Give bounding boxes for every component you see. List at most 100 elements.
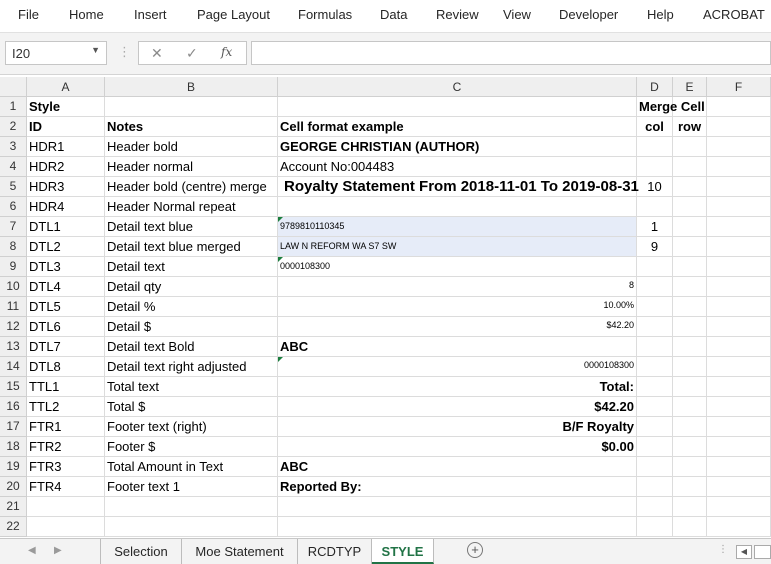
row-header[interactable]: 5	[0, 177, 27, 197]
cell-e-4[interactable]	[673, 157, 707, 177]
row-header[interactable]: 15	[0, 377, 27, 397]
column-header-b[interactable]: B	[105, 77, 278, 97]
cell-f-3[interactable]	[707, 137, 771, 157]
name-box[interactable]: I20 ▼	[5, 41, 107, 65]
cell-a-21[interactable]	[27, 497, 105, 517]
cell-a-22[interactable]	[27, 517, 105, 537]
cell-f-22[interactable]	[707, 517, 771, 537]
cell-b-10[interactable]: Detail qty	[105, 277, 278, 297]
tab-review[interactable]: Review	[436, 7, 479, 22]
cell-c-3[interactable]: GEORGE CHRISTIAN (AUTHOR)	[278, 137, 637, 157]
cell-b-14[interactable]: Detail text right adjusted	[105, 357, 278, 377]
cell-b-16[interactable]: Total $	[105, 397, 278, 417]
add-sheet-icon[interactable]: +	[467, 542, 483, 558]
cell-c-15[interactable]: Total:	[278, 377, 637, 397]
scroll-left-icon[interactable]: ◀	[28, 545, 36, 556]
cell-b-8[interactable]: Detail text blue merged	[105, 237, 278, 257]
column-header-f[interactable]: F	[707, 77, 771, 97]
cell-b-7[interactable]: Detail text blue	[105, 217, 278, 237]
cell-e-20[interactable]	[673, 477, 707, 497]
row-header[interactable]: 6	[0, 197, 27, 217]
cell-c-11[interactable]: 10.00%	[278, 297, 637, 317]
cell-e-2[interactable]: row	[673, 117, 707, 137]
cell-e-8[interactable]	[673, 237, 707, 257]
row-header[interactable]: 18	[0, 437, 27, 457]
cell-d-6[interactable]	[637, 197, 673, 217]
cell-b-21[interactable]	[105, 497, 278, 517]
cell-e-7[interactable]	[673, 217, 707, 237]
cell-d-3[interactable]	[637, 137, 673, 157]
cell-f-2[interactable]	[707, 117, 771, 137]
cell-d-5[interactable]: 10	[637, 177, 673, 197]
cell-c-1[interactable]	[278, 97, 637, 117]
row-header[interactable]: 14	[0, 357, 27, 377]
sheet-tab-moe-statement[interactable]: Moe Statement	[182, 539, 298, 564]
tab-page-layout[interactable]: Page Layout	[197, 7, 270, 22]
cell-f-6[interactable]	[707, 197, 771, 217]
cell-a-15[interactable]: TTL1	[27, 377, 105, 397]
cell-c-5[interactable]: Royalty Statement From 2018-11-01 To 201…	[278, 177, 639, 197]
cell-c-13[interactable]: ABC	[278, 337, 637, 357]
cell-c-20[interactable]: Reported By:	[278, 477, 637, 497]
cell-d-1[interactable]: Merge Cell	[637, 97, 705, 117]
cell-b-3[interactable]: Header bold	[105, 137, 278, 157]
cell-e-10[interactable]	[673, 277, 707, 297]
cell-d-15[interactable]	[637, 377, 673, 397]
row-header[interactable]: 8	[0, 237, 27, 257]
tab-data[interactable]: Data	[380, 7, 407, 22]
row-header[interactable]: 7	[0, 217, 27, 237]
row-header[interactable]: 22	[0, 517, 27, 537]
cell-f-18[interactable]	[707, 437, 771, 457]
cell-e-17[interactable]	[673, 417, 707, 437]
row-header[interactable]: 19	[0, 457, 27, 477]
cell-c-7[interactable]: 9789810110345	[278, 217, 637, 237]
cell-f-12[interactable]	[707, 317, 771, 337]
column-header-e[interactable]: E	[673, 77, 707, 97]
horizontal-scrollbar[interactable]	[754, 545, 771, 559]
cell-c-10[interactable]: 8	[278, 277, 637, 297]
cell-e-15[interactable]	[673, 377, 707, 397]
select-all-corner[interactable]	[0, 77, 27, 97]
tab-developer[interactable]: Developer	[559, 7, 618, 22]
row-header[interactable]: 17	[0, 417, 27, 437]
cell-f-19[interactable]	[707, 457, 771, 477]
cell-f-13[interactable]	[707, 337, 771, 357]
cell-a-9[interactable]: DTL3	[27, 257, 105, 277]
cell-c-14[interactable]: 0000108300	[278, 357, 637, 377]
cell-f-10[interactable]	[707, 277, 771, 297]
cell-b-15[interactable]: Total text	[105, 377, 278, 397]
cell-a-2[interactable]: ID	[27, 117, 105, 137]
cell-c-17[interactable]: B/F Royalty	[278, 417, 637, 437]
cell-d-16[interactable]	[637, 397, 673, 417]
cell-a-17[interactable]: FTR1	[27, 417, 105, 437]
cell-b-18[interactable]: Footer $	[105, 437, 278, 457]
row-header[interactable]: 10	[0, 277, 27, 297]
cell-a-4[interactable]: HDR2	[27, 157, 105, 177]
cell-c-16[interactable]: $42.20	[278, 397, 637, 417]
cell-a-10[interactable]: DTL4	[27, 277, 105, 297]
row-header[interactable]: 12	[0, 317, 27, 337]
cell-c-8[interactable]: LAW N REFORM WA S7 SW	[278, 237, 637, 257]
cell-d-8[interactable]: 9	[637, 237, 673, 257]
formula-input[interactable]	[251, 41, 771, 65]
cell-a-16[interactable]: TTL2	[27, 397, 105, 417]
cell-b-19[interactable]: Total Amount in Text	[105, 457, 278, 477]
cell-b-1[interactable]	[105, 97, 278, 117]
cell-f-16[interactable]	[707, 397, 771, 417]
cell-b-2[interactable]: Notes	[105, 117, 278, 137]
cell-f-8[interactable]	[707, 237, 771, 257]
cell-c-4[interactable]: Account No:004483	[278, 157, 637, 177]
row-header[interactable]: 11	[0, 297, 27, 317]
cell-f-5[interactable]	[707, 177, 771, 197]
cell-a-5[interactable]: HDR3	[27, 177, 105, 197]
cell-b-9[interactable]: Detail text	[105, 257, 278, 277]
cell-a-1[interactable]: Style	[27, 97, 105, 117]
column-header-a[interactable]: A	[27, 77, 105, 97]
cell-d-11[interactable]	[637, 297, 673, 317]
row-header[interactable]: 3	[0, 137, 27, 157]
cell-d-7[interactable]: 1	[637, 217, 673, 237]
cell-a-13[interactable]: DTL7	[27, 337, 105, 357]
cell-a-7[interactable]: DTL1	[27, 217, 105, 237]
cell-c-21[interactable]	[278, 497, 637, 517]
cell-b-20[interactable]: Footer text 1	[105, 477, 278, 497]
